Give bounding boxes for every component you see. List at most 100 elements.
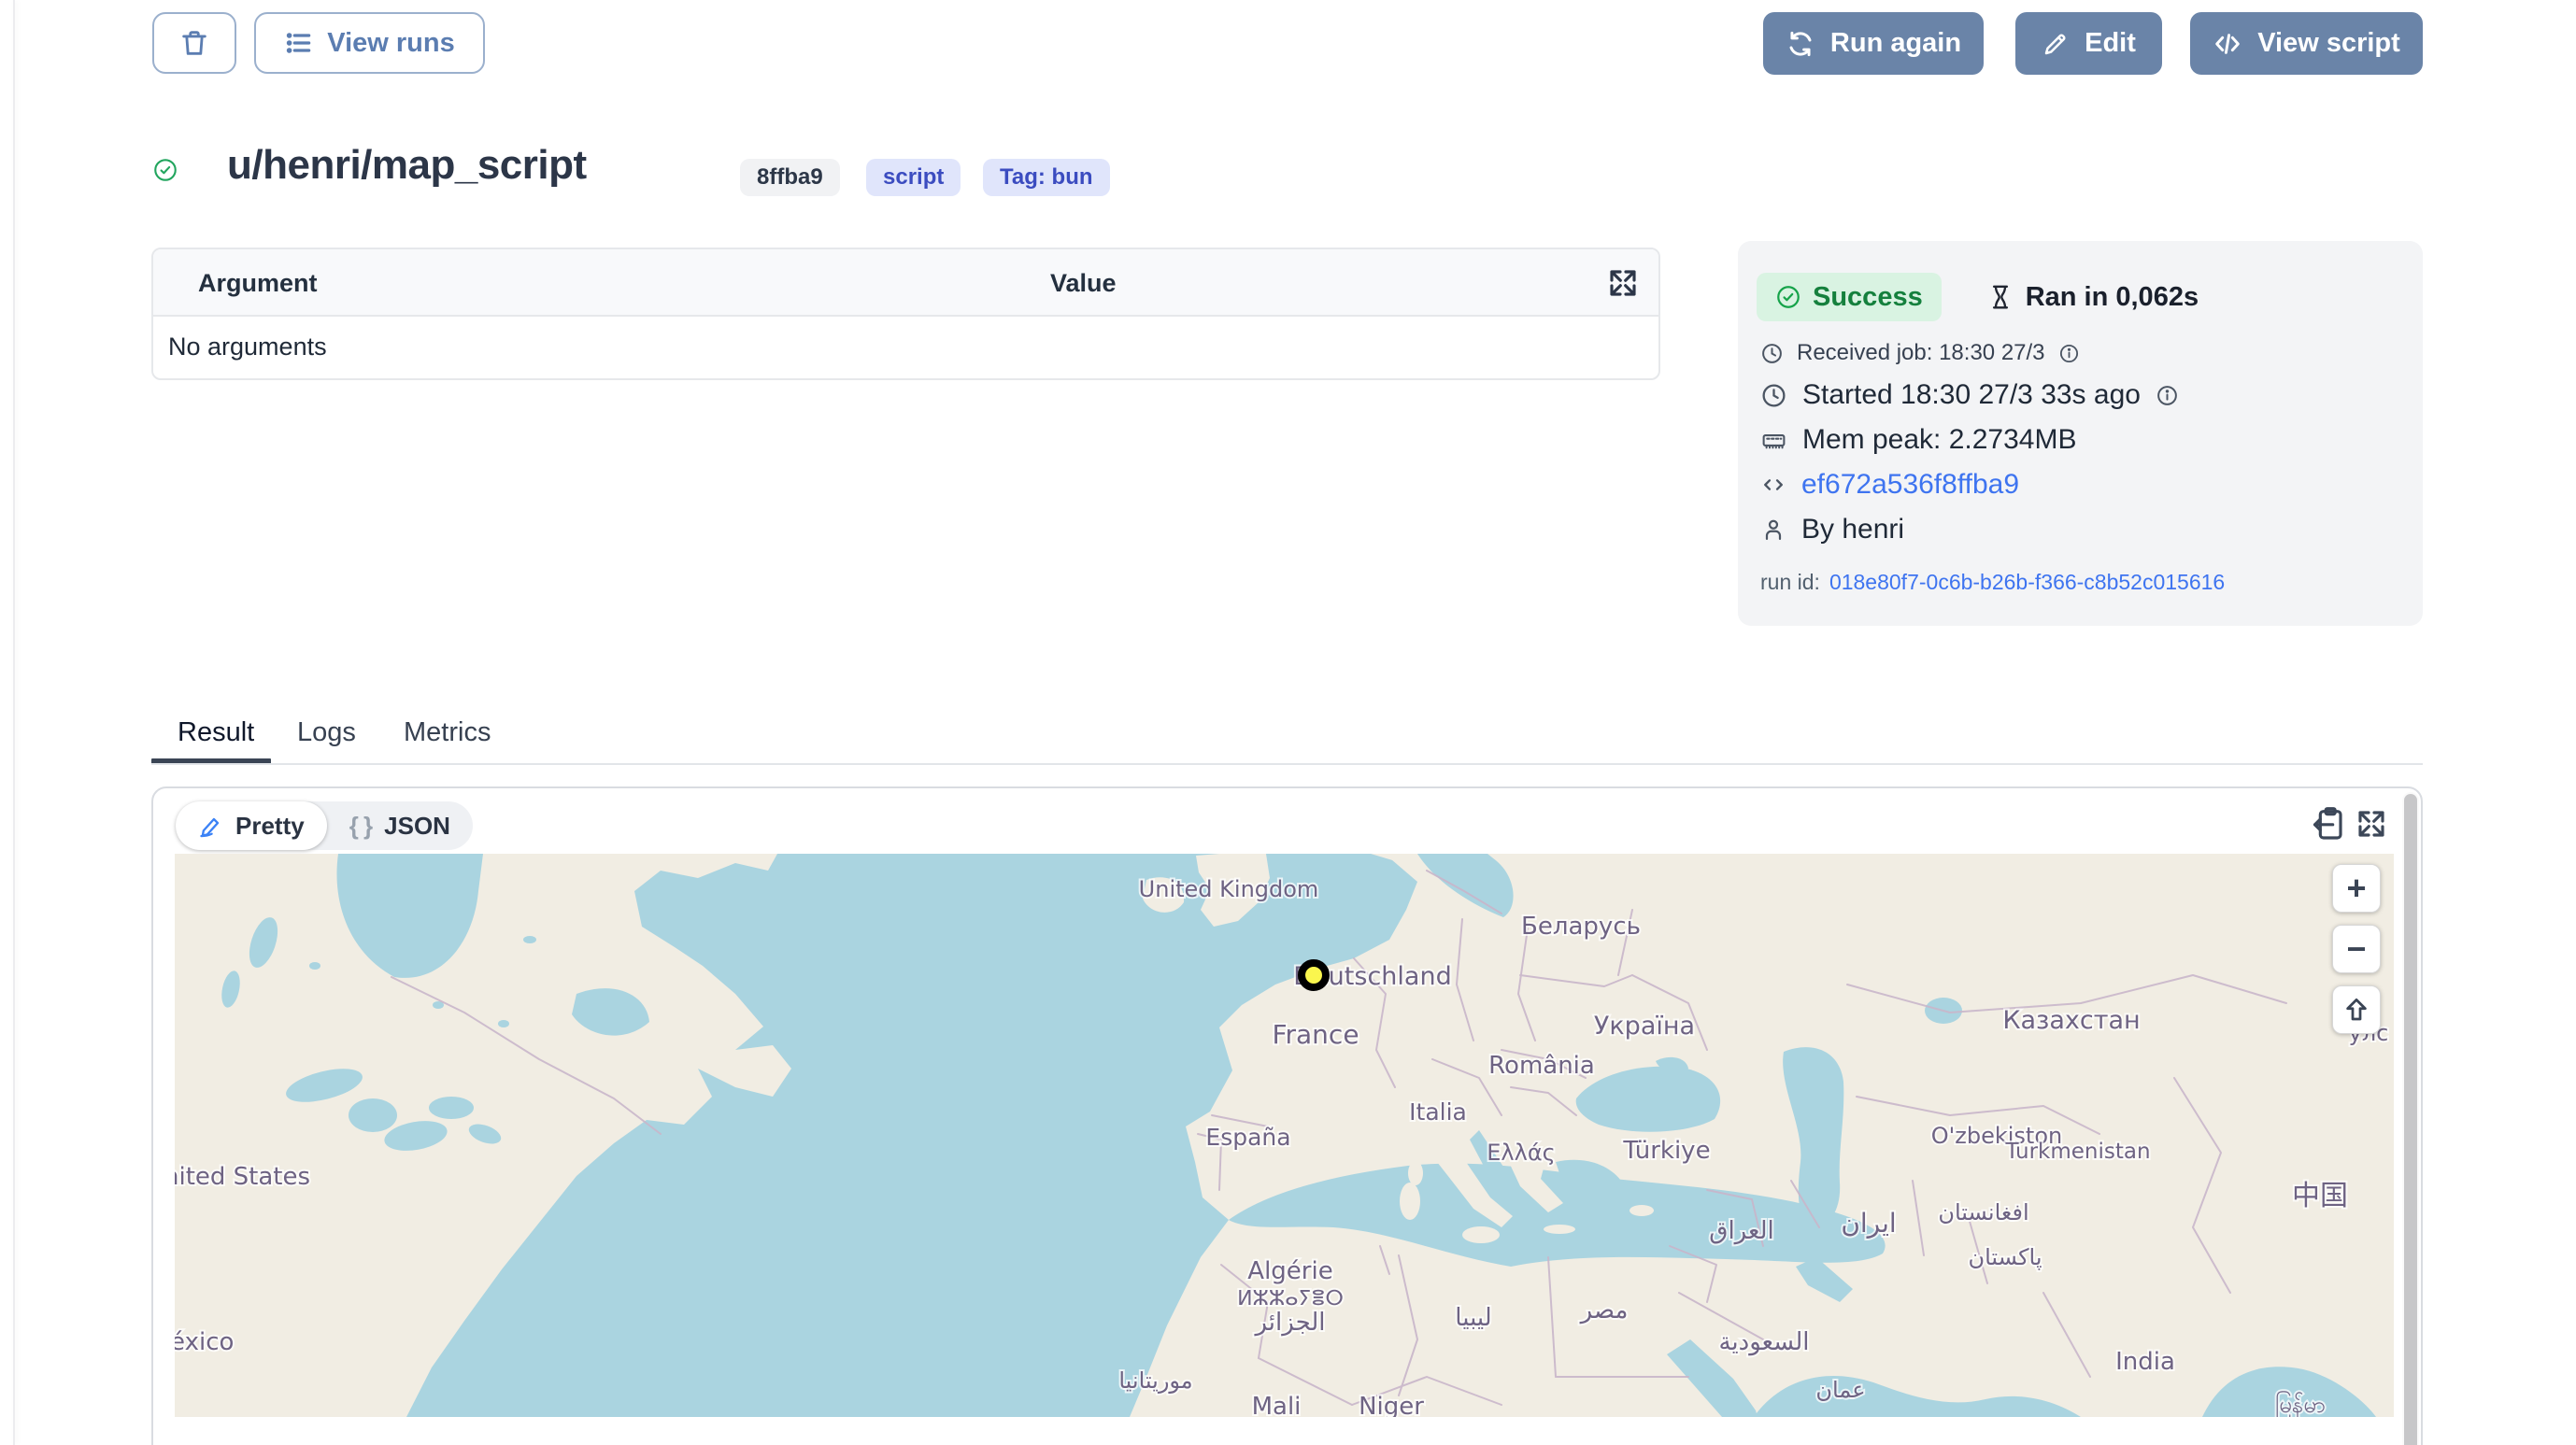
tab-metrics[interactable]: Metrics bbox=[404, 717, 491, 748]
tab-result[interactable]: Result bbox=[178, 717, 254, 748]
expand-icon bbox=[2355, 807, 2388, 841]
info-icon[interactable] bbox=[2058, 343, 2080, 364]
map-canvas: United KingdomБеларусьDeutschlandУкраїна… bbox=[175, 854, 2394, 1417]
map-label: ايران bbox=[1841, 1208, 1896, 1239]
view-runs-button[interactable]: View runs bbox=[254, 12, 485, 74]
map-label: México bbox=[175, 1328, 234, 1356]
map-label: France bbox=[1272, 1019, 1359, 1050]
job-run-page: View runs Run again Edit View script u/h… bbox=[0, 0, 2576, 1445]
map-label: România bbox=[1488, 1052, 1595, 1080]
run-again-label: Run again bbox=[1830, 28, 1961, 59]
mem-peak-label: Mem peak: 2.2734MB bbox=[1802, 424, 2076, 456]
page-title: u/henri/map_script bbox=[227, 142, 587, 189]
map-label: United States bbox=[175, 1163, 310, 1191]
list-icon bbox=[284, 28, 314, 58]
status-label: Success bbox=[1813, 282, 1923, 313]
tag-badge: Tag: bun bbox=[983, 159, 1110, 196]
map-label: India bbox=[2115, 1348, 2175, 1376]
pencil-icon bbox=[2042, 30, 2070, 58]
edit-label: Edit bbox=[2085, 28, 2136, 59]
map-reset-bearing-button[interactable] bbox=[2332, 985, 2381, 1034]
map-label: Turkmenistan bbox=[2004, 1140, 2150, 1164]
value-column-header: Value bbox=[1050, 249, 1117, 317]
argument-column-header: Argument bbox=[198, 249, 318, 317]
info-icon[interactable] bbox=[2156, 384, 2179, 407]
map-label: Niger bbox=[1359, 1393, 1424, 1417]
by-user-label: By henri bbox=[1801, 514, 1904, 545]
refresh-icon bbox=[1786, 29, 1815, 59]
run-status-card: Success Ran in 0,062s Received job: 18:3… bbox=[1738, 241, 2423, 626]
map-label: Algérie bbox=[1247, 1257, 1332, 1285]
run-again-button[interactable]: Run again bbox=[1763, 12, 1984, 75]
result-scrollbar-thumb[interactable] bbox=[2404, 794, 2417, 1445]
map-label: پاکستان bbox=[1968, 1244, 2042, 1270]
clock-icon bbox=[1760, 342, 1784, 365]
map-label: Mali bbox=[1252, 1393, 1302, 1417]
result-map[interactable]: United KingdomБеларусьDeutschlandУкраїна… bbox=[175, 854, 2394, 1417]
map-label: Беларусь bbox=[1521, 913, 1641, 941]
status-badge: Success bbox=[1757, 273, 1942, 321]
result-tabs: Result Logs Metrics bbox=[151, 717, 2423, 768]
map-label: Türkiye bbox=[1622, 1137, 1710, 1165]
kind-badge: script bbox=[866, 159, 961, 196]
duration: Ran in 0,062s bbox=[1986, 282, 2199, 313]
braces-icon: { } bbox=[349, 812, 373, 841]
check-circle-icon bbox=[1775, 284, 1801, 310]
render-mode-toggle: Pretty { } JSON bbox=[176, 801, 473, 850]
trash-icon bbox=[178, 27, 210, 59]
map-zoom-in-button[interactable]: + bbox=[2332, 864, 2381, 913]
zoom-in-label: + bbox=[2346, 869, 2366, 908]
pretty-toggle[interactable]: Pretty bbox=[176, 801, 327, 850]
expand-arguments-button[interactable] bbox=[1606, 266, 1640, 300]
json-toggle[interactable]: { } JSON bbox=[327, 801, 473, 850]
highlighter-icon bbox=[198, 813, 224, 839]
map-label: မြန်မာ bbox=[2275, 1390, 2326, 1417]
copy-result-button[interactable] bbox=[2308, 805, 2345, 843]
zoom-out-label: − bbox=[2346, 929, 2366, 969]
map-label: Italia bbox=[1409, 1098, 1467, 1126]
map-label: مصر bbox=[1579, 1296, 1629, 1325]
map-label: ⵍⵣⵣⴰⵢⴻⵔ bbox=[1237, 1287, 1344, 1310]
map-label: السعودية bbox=[1718, 1328, 1809, 1356]
map-label: العراق bbox=[1709, 1217, 1773, 1245]
tabs-divider bbox=[151, 763, 2423, 765]
delete-run-button[interactable] bbox=[152, 12, 236, 74]
view-script-label: View script bbox=[2257, 28, 2400, 59]
tab-logs[interactable]: Logs bbox=[297, 717, 356, 748]
started-label: Started 18:30 27/3 33s ago bbox=[1802, 379, 2141, 411]
map-label: 中国 bbox=[2292, 1180, 2348, 1212]
clipboard-copy-icon bbox=[2308, 805, 2345, 843]
arguments-table: Argument Value No arguments bbox=[151, 248, 1660, 380]
map-label: موريتانيا bbox=[1118, 1367, 1192, 1394]
map-marker[interactable] bbox=[1302, 963, 1326, 987]
arguments-table-header: Argument Value bbox=[153, 249, 1658, 317]
map-zoom-out-button[interactable]: − bbox=[2332, 925, 2381, 973]
arguments-empty-row: No arguments bbox=[153, 317, 1658, 376]
map-label: عمان bbox=[1815, 1377, 1865, 1403]
hourglass-icon bbox=[1986, 283, 2014, 311]
arrow-up-icon bbox=[2342, 996, 2370, 1024]
script-hash-link[interactable]: ef672a536f8ffba9 bbox=[1801, 469, 2019, 501]
success-check-icon bbox=[152, 157, 178, 183]
memory-icon bbox=[1760, 427, 1787, 454]
left-pane-divider bbox=[13, 0, 15, 1445]
map-label: España bbox=[1205, 1124, 1290, 1151]
received-label: Received job: 18:30 27/3 bbox=[1797, 340, 2045, 366]
duration-label: Ran in 0,062s bbox=[2026, 282, 2199, 313]
result-panel: Pretty { } JSON bbox=[151, 786, 2423, 1445]
run-id-link[interactable]: 018e80f7-0c6b-b26b-f366-c8b52c015616 bbox=[1829, 570, 2225, 595]
clock-icon bbox=[1760, 382, 1787, 409]
map-label: United Kingdom bbox=[1139, 876, 1319, 902]
pretty-label: Pretty bbox=[235, 812, 305, 841]
expand-icon bbox=[1606, 266, 1640, 300]
map-label: الجزائر bbox=[1253, 1309, 1325, 1337]
map-label: Ελλάς bbox=[1487, 1140, 1555, 1166]
map-label: افغانستان bbox=[1938, 1199, 2028, 1225]
edit-button[interactable]: Edit bbox=[2015, 12, 2162, 75]
map-label: Україна bbox=[1594, 1012, 1695, 1041]
fullscreen-result-button[interactable] bbox=[2355, 807, 2388, 841]
code-icon bbox=[2213, 29, 2242, 59]
view-runs-label: View runs bbox=[327, 28, 454, 59]
view-script-button[interactable]: View script bbox=[2190, 12, 2423, 75]
map-label: Казахстан bbox=[2002, 1006, 2140, 1035]
